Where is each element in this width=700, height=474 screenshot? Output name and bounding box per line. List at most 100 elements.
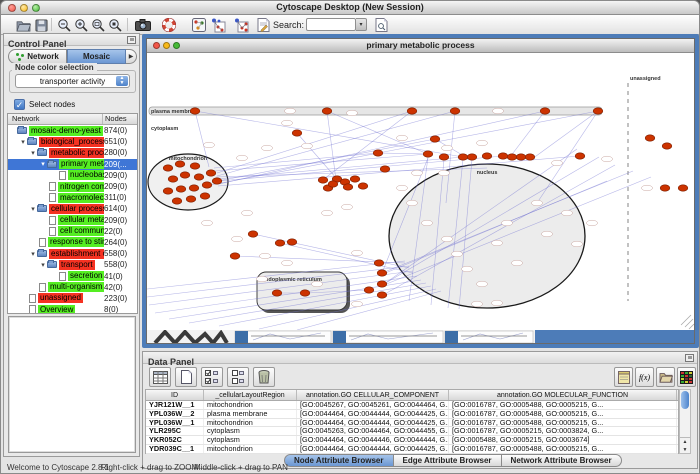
network-node-unselected[interactable]: [232, 236, 243, 242]
network-node[interactable]: [190, 108, 200, 114]
network-node-unselected[interactable]: [477, 140, 488, 146]
network-edge[interactable]: [532, 111, 598, 159]
network-node[interactable]: [540, 108, 550, 114]
function-builder-icon[interactable]: f(x): [635, 367, 654, 387]
table-row[interactable]: YKR052Ccytoplasm[GO:0044464, GO:0044446,…: [146, 436, 678, 445]
network-edge[interactable]: [217, 111, 412, 173]
tab-mosaic[interactable]: Mosaic: [67, 49, 126, 64]
network-node-unselected[interactable]: [512, 260, 523, 266]
network-node[interactable]: [194, 174, 204, 180]
float-panel-icon[interactable]: [127, 36, 136, 44]
network-node[interactable]: [450, 108, 460, 114]
network-node[interactable]: [287, 239, 297, 245]
network-node-unselected[interactable]: [242, 210, 253, 216]
network-node-unselected[interactable]: [552, 160, 563, 166]
network-node-unselected[interactable]: [407, 200, 418, 206]
tree-row[interactable]: ▾transport558(0): [8, 259, 137, 270]
view-minimize-icon[interactable]: [163, 42, 170, 49]
tree-row[interactable]: ▾biological_process651(0): [8, 136, 137, 147]
network-node[interactable]: [343, 184, 353, 190]
tiled-window-strip[interactable]: [147, 330, 694, 343]
network-node[interactable]: [190, 163, 200, 169]
network-node-unselected[interactable]: [322, 210, 333, 216]
network-node[interactable]: [373, 150, 383, 156]
network-node-unselected[interactable]: [285, 108, 296, 114]
network-node[interactable]: [678, 185, 688, 191]
network-node-unselected[interactable]: [492, 240, 503, 246]
network-node-unselected[interactable]: [237, 155, 248, 161]
help-icon[interactable]: [160, 17, 178, 33]
network-node[interactable]: [328, 181, 338, 187]
tree-row[interactable]: ▾cellular process614(0): [8, 203, 137, 214]
network-node[interactable]: [377, 281, 387, 287]
network-node[interactable]: [168, 176, 178, 182]
network-node[interactable]: [575, 153, 585, 159]
network-node-unselected[interactable]: [642, 185, 653, 191]
scrollbar-arrows-icon[interactable]: ▲▼: [680, 437, 690, 453]
network-node-unselected[interactable]: [602, 156, 613, 162]
network-node[interactable]: [300, 290, 310, 296]
background-window-edge[interactable]: [445, 331, 533, 343]
network-node[interactable]: [507, 154, 517, 160]
network-node-unselected[interactable]: [352, 250, 363, 256]
tab-edge-attribute-browser[interactable]: Edge Attribute Browser: [394, 454, 502, 467]
save-icon[interactable]: [32, 17, 50, 33]
network-node-unselected[interactable]: [202, 220, 213, 226]
network-node[interactable]: [275, 240, 285, 246]
search-input[interactable]: [306, 18, 356, 31]
zoom-window-icon[interactable]: [32, 4, 40, 12]
background-window-edge[interactable]: [333, 331, 443, 343]
network-node[interactable]: [180, 172, 190, 178]
tree-row[interactable]: ▾metabolic process280(0): [8, 147, 137, 158]
network-node[interactable]: [350, 176, 360, 182]
float-data-panel-icon[interactable]: [685, 354, 694, 362]
network-node[interactable]: [272, 290, 282, 296]
network-node-unselected[interactable]: [342, 204, 353, 210]
search-dropdown-icon[interactable]: ▾: [356, 18, 367, 31]
network-node[interactable]: [364, 287, 374, 293]
zoom-fit-icon[interactable]: [89, 17, 107, 33]
network-node-unselected[interactable]: [312, 281, 323, 287]
network-node-unselected[interactable]: [442, 236, 453, 242]
merge-networks-2-icon[interactable]: [232, 17, 250, 33]
import-attributes-icon[interactable]: [656, 367, 675, 387]
tree-column-network[interactable]: Network: [8, 114, 103, 124]
network-node-unselected[interactable]: [452, 251, 463, 257]
network-node-unselected[interactable]: [397, 135, 408, 141]
network-node-unselected[interactable]: [262, 145, 273, 151]
scrollbar-thumb[interactable]: [681, 391, 689, 409]
tree-row[interactable]: response to stimulu264(0): [8, 237, 137, 248]
zoom-out-icon[interactable]: [55, 17, 73, 33]
column-header[interactable]: annotation.GO CELLULAR_COMPONENT: [297, 390, 449, 400]
network-node[interactable]: [377, 270, 387, 276]
tab-network[interactable]: Network: [8, 49, 67, 64]
tree-row[interactable]: unassigned223(0): [8, 293, 137, 304]
network-node[interactable]: [163, 165, 173, 171]
zoom-in-icon[interactable]: [72, 17, 90, 33]
advanced-search-icon[interactable]: [372, 17, 390, 33]
network-node-unselected[interactable]: [204, 142, 215, 148]
tree-row[interactable]: cellular metabol209(0): [8, 215, 137, 226]
network-node[interactable]: [172, 198, 182, 204]
network-node[interactable]: [212, 178, 222, 184]
network-node-unselected[interactable]: [282, 260, 293, 266]
network-node-unselected[interactable]: [302, 143, 313, 149]
table-row[interactable]: YPL036W__1mitochondrion[GO:0044464, GO:0…: [146, 419, 678, 428]
view-close-icon[interactable]: [153, 42, 160, 49]
network-node-unselected[interactable]: [562, 210, 573, 216]
network-edge[interactable]: [195, 111, 463, 157]
network-node[interactable]: [374, 260, 384, 266]
network-node[interactable]: [467, 154, 477, 160]
network-node[interactable]: [593, 108, 603, 114]
network-node-unselected[interactable]: [587, 220, 598, 226]
table-scrollbar[interactable]: ▲▼: [679, 389, 691, 454]
network-node-unselected[interactable]: [492, 300, 503, 306]
network-canvas[interactable]: plasma membranecytoplasmnucleusmitochond…: [147, 53, 694, 330]
expander-icon[interactable]: ▾: [39, 261, 47, 269]
network-node[interactable]: [292, 130, 302, 136]
network-node[interactable]: [200, 193, 210, 199]
network-node[interactable]: [380, 166, 390, 172]
network-node-unselected[interactable]: [477, 281, 488, 287]
network-edge[interactable]: [324, 111, 412, 179]
network-node[interactable]: [482, 153, 492, 159]
